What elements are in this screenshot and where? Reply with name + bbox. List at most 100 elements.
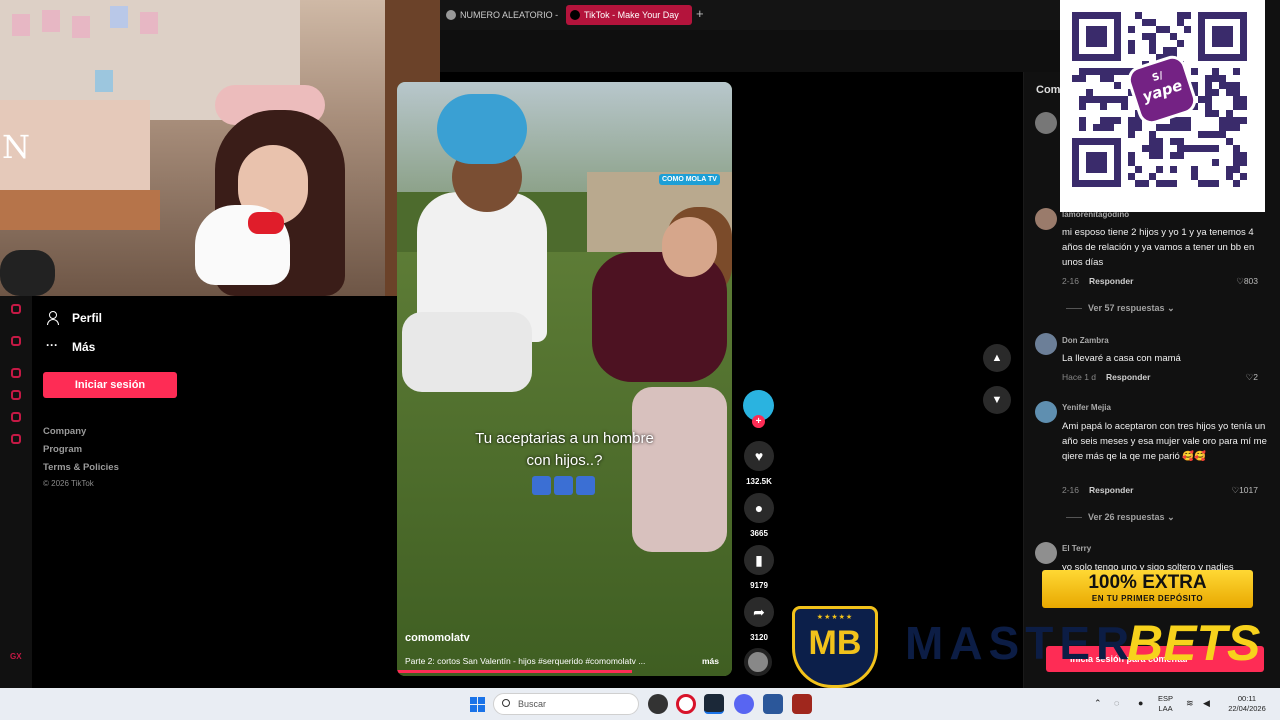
reply-button[interactable]: Responder — [1089, 485, 1133, 495]
player-icon[interactable] — [11, 368, 21, 378]
baby-icon — [576, 476, 595, 495]
comment-like-count: 1017 — [1239, 485, 1258, 495]
avatar[interactable] — [1035, 542, 1057, 564]
browser-tab-numero-aleatorio[interactable]: NUMERO ALEATORIO - Bu — [442, 5, 560, 25]
footer-link-program[interactable]: Program — [43, 444, 82, 455]
opera-gx-app-icon[interactable] — [676, 694, 696, 714]
region-code: LAA — [1158, 704, 1173, 713]
taskbar-search-input[interactable]: Buscar — [493, 693, 639, 715]
word-app-icon[interactable] — [763, 694, 783, 714]
view-replies-label: Ver 57 respuestas — [1088, 303, 1165, 313]
clock[interactable]: 00:11 22/04/2026 — [1224, 694, 1270, 714]
steam-app-icon[interactable] — [704, 694, 724, 714]
browser-sidebar-rail: GX — [0, 296, 32, 688]
view-replies-button[interactable]: Ver 26 respuestas ⌄ — [1066, 512, 1175, 523]
language-indicator[interactable]: ESP LAA — [1158, 694, 1173, 714]
tiktok-icon — [570, 10, 580, 20]
wall-poster — [140, 12, 158, 34]
heart-outline-icon: ♡ — [1231, 485, 1240, 495]
comment-like-count: 803 — [1243, 276, 1258, 286]
comment-like[interactable]: ♡1017 — [1231, 485, 1258, 496]
wall-poster — [95, 70, 113, 92]
video-progress-bar[interactable] — [397, 670, 632, 673]
comment-user[interactable]: Don Zambra — [1062, 336, 1109, 345]
follow-plus-icon[interactable]: + — [752, 415, 765, 428]
history-icon[interactable] — [11, 390, 21, 400]
tiktok-sidebar: Perfil ··· Más Iniciar sesión Company Pr… — [32, 296, 397, 688]
avatar[interactable] — [1035, 112, 1057, 134]
twitch-icon[interactable] — [11, 336, 21, 346]
comment-user[interactable]: Yenifer Mejia — [1062, 403, 1111, 412]
brand-master: MASTER — [905, 617, 1136, 669]
new-tab-button[interactable]: + — [696, 6, 704, 21]
extensions-icon[interactable] — [11, 412, 21, 422]
avatar[interactable] — [1035, 333, 1057, 355]
like-button[interactable]: ♥ 132.5K — [742, 441, 776, 486]
comment-like[interactable]: ♡2 — [1246, 372, 1258, 383]
masterbets-shield-logo: ★★★★★ MB — [792, 606, 878, 688]
chevron-down-icon: ▼ — [991, 394, 1003, 406]
wall-poster — [12, 14, 30, 36]
baby-icon — [554, 476, 573, 495]
network-icon[interactable]: ◌ — [1114, 698, 1119, 708]
windows-start-icon[interactable] — [470, 697, 485, 712]
video-person — [592, 252, 727, 382]
heart-outline-icon: ♡ — [1236, 276, 1244, 286]
browser-tab-tiktok[interactable]: TikTok - Make Your Day — [566, 5, 692, 25]
video-player[interactable]: COMO MOLA TV Tu aceptarias a un hombre c… — [397, 82, 732, 676]
comment-button[interactable]: ● 3665 — [742, 493, 776, 538]
comment-user[interactable]: El Terry — [1062, 544, 1091, 553]
messenger-icon[interactable] — [11, 304, 21, 314]
wifi-icon[interactable]: ≋ — [1186, 698, 1194, 708]
previous-video-button[interactable]: ▲ — [983, 344, 1011, 372]
view-replies-button[interactable]: Ver 57 respuestas ⌄ — [1066, 303, 1175, 314]
microphone-icon[interactable]: ● — [1138, 698, 1143, 708]
bonus-subline: EN TU PRIMER DEPÓSITO — [1091, 594, 1204, 603]
music-disc-icon[interactable] — [744, 648, 772, 676]
footer-link-company[interactable]: Company — [43, 426, 86, 437]
save-button[interactable]: ▮ 9179 — [742, 545, 776, 590]
comment-like[interactable]: ♡803 — [1236, 276, 1258, 287]
caption-line: con hijos..? — [526, 452, 603, 469]
comment-count: 3665 — [750, 529, 768, 538]
yape-qr-overlay: S/ yape — [1060, 0, 1265, 212]
share-count: 3120 — [750, 633, 768, 642]
brand-bets: BETS — [1127, 615, 1261, 671]
reply-button[interactable]: Responder — [1089, 276, 1133, 286]
clock-time: 00:11 — [1237, 694, 1257, 703]
avatar[interactable] — [1035, 401, 1057, 423]
next-video-button[interactable]: ▼ — [983, 386, 1011, 414]
github-app-icon[interactable] — [648, 694, 668, 714]
language-code: ESP — [1158, 694, 1174, 703]
channel-watermark: COMO MOLA TV — [659, 174, 720, 185]
bookmark-icon: ▮ — [744, 545, 774, 575]
share-button[interactable]: ➦ 3120 — [742, 597, 776, 642]
tab-label: NUMERO ALEATORIO - Bu — [460, 10, 560, 20]
dota-app-icon[interactable] — [792, 694, 812, 714]
wall-poster — [110, 6, 128, 28]
search-icon — [502, 699, 510, 707]
caption-line: Tu aceptarias a un hombre — [475, 430, 654, 447]
sidebar-item-more[interactable]: ··· Más — [46, 337, 95, 357]
login-button[interactable]: Iniciar sesión — [43, 372, 177, 398]
bonus-banner: 100% EXTRA EN TU PRIMER DEPÓSITO — [1042, 570, 1253, 608]
view-replies-label: Ver 26 respuestas — [1088, 512, 1165, 522]
footer-link-terms[interactable]: Terms & Policies — [43, 462, 119, 473]
comment-date: Hace 1 d — [1062, 372, 1097, 382]
sidebar-item-profile[interactable]: Perfil — [46, 308, 102, 328]
settings-icon[interactable] — [11, 434, 21, 444]
discord-app-icon[interactable] — [734, 694, 754, 714]
chevron-up-icon[interactable]: ⌃ — [1094, 698, 1102, 708]
clock-date: 22/04/2026 — [1228, 704, 1266, 713]
comment-text: La llevaré a casa con mamá — [1062, 353, 1181, 364]
copyright: © 2026 TikTok — [43, 479, 94, 488]
wall-poster — [72, 16, 90, 38]
avatar[interactable] — [1035, 208, 1057, 230]
more-link[interactable]: más — [702, 656, 719, 666]
reply-button[interactable]: Responder — [1106, 372, 1150, 382]
baby-emoji-row — [532, 476, 595, 495]
comment-meta: Hace 1 d Responder — [1062, 372, 1150, 382]
bonus-headline: 100% EXTRA — [1088, 572, 1207, 593]
video-author[interactable]: comomolatv — [405, 632, 470, 644]
volume-icon[interactable]: ◀ — [1203, 698, 1210, 708]
